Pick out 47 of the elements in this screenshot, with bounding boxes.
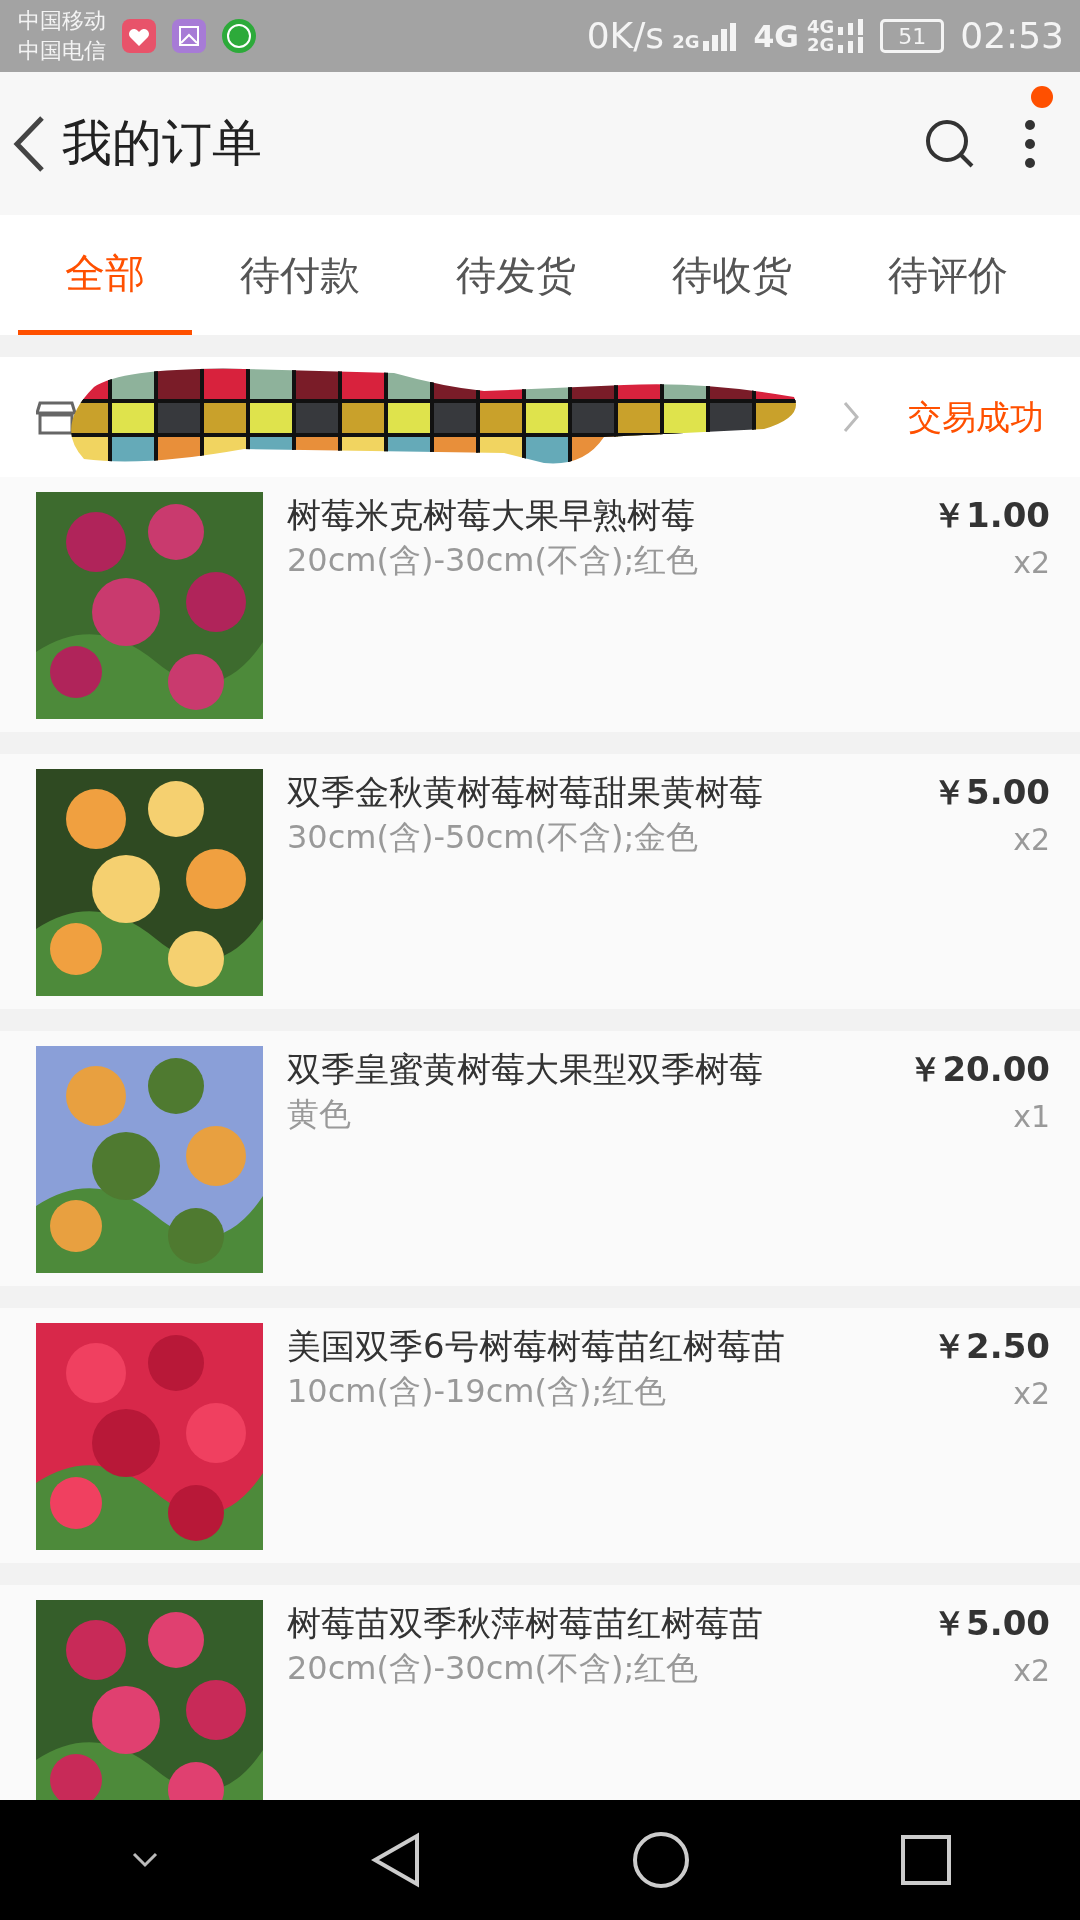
product-title: 树莓米克树莓大果早熟树莓 — [287, 494, 696, 537]
back-icon[interactable] — [12, 114, 46, 173]
product-quantity: x1 — [1012, 1098, 1050, 1136]
product-title: 树莓苗双季秋萍树莓苗红树莓苗 — [287, 1602, 764, 1645]
product-price: ￥20.00 — [908, 1048, 1050, 1091]
product-spec: 黄色 — [287, 1094, 352, 1135]
product-title: 美国双季6号树莓树莓苗红树莓苗 — [287, 1325, 786, 1368]
carrier-name: 中国电信 — [18, 37, 106, 65]
product-spec: 30cm(含)-50cm(不含);金色 — [287, 817, 700, 858]
product-quantity: x2 — [1012, 544, 1050, 582]
gallery-app-icon — [172, 19, 206, 53]
product-spec: 20cm(含)-30cm(不含);红色 — [287, 540, 700, 581]
network-speed: 0K/s — [586, 14, 665, 58]
order-status: 交易成功 — [908, 395, 1044, 439]
product-price: ￥1.00 — [932, 494, 1050, 537]
network-type: 4G — [753, 17, 799, 56]
carrier-name: 中国移动 — [18, 7, 106, 35]
tab[interactable]: 待收货 — [624, 215, 840, 335]
product-quantity: x2 — [1012, 821, 1050, 859]
product-quantity: x2 — [1012, 1652, 1050, 1690]
battery-indicator: 51 — [880, 19, 945, 53]
home-icon[interactable] — [631, 1831, 690, 1889]
product-price: ￥5.00 — [932, 771, 1050, 814]
product-spec: 10cm(含)-19cm(含);红色 — [287, 1371, 668, 1412]
tab[interactable]: 待评价 — [840, 215, 1056, 335]
product-price: ￥5.00 — [932, 1602, 1050, 1645]
product-quantity: x2 — [1012, 1375, 1050, 1413]
signal-icon — [703, 21, 738, 51]
signal-icon — [838, 19, 865, 53]
product-title: 双季金秋黄树莓树莓甜果黄树莓 — [287, 771, 764, 814]
more-icon[interactable] — [1024, 118, 1036, 169]
heart-app-icon — [122, 19, 156, 53]
product-title: 双季皇蜜黄树莓大果型双季树莓 — [287, 1048, 764, 1091]
product-price: ￥2.50 — [932, 1325, 1050, 1368]
network-type: 4G — [806, 18, 835, 36]
product-spec: 20cm(含)-30cm(不含);红色 — [287, 1648, 700, 1689]
page-title: 我的订单 — [62, 113, 263, 174]
network-type: 2G — [806, 36, 835, 54]
tab[interactable]: 待发货 — [408, 215, 624, 335]
network-type: 2G — [672, 33, 700, 51]
store-icon — [36, 399, 76, 435]
search-icon[interactable] — [924, 117, 976, 170]
clock: 02:53 — [960, 14, 1064, 58]
back-icon[interactable] — [370, 1832, 421, 1888]
recents-icon[interactable] — [900, 1835, 951, 1885]
tab[interactable]: 待付款 — [192, 215, 408, 335]
app-icon — [222, 19, 256, 53]
